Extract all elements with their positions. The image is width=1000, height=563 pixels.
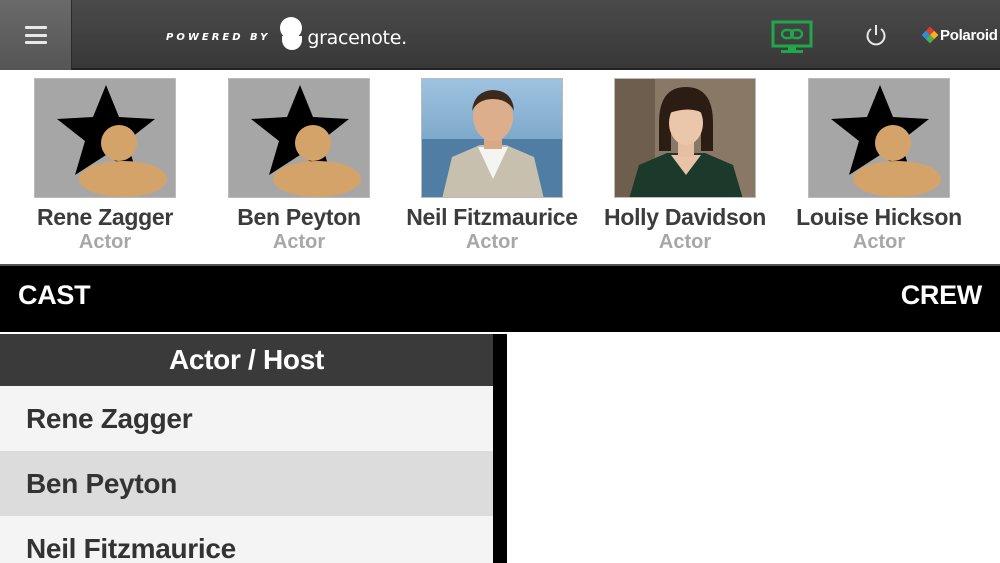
cast-crew-tabs: CAST CREW — [0, 264, 1000, 332]
screen-link-icon[interactable] — [771, 20, 813, 54]
polaroid-wordmark: Polaroid — [940, 26, 998, 44]
cast-photo — [614, 78, 756, 198]
gracenote-wordmark: gracenote. — [307, 27, 407, 49]
list-header: Actor / Host — [0, 334, 493, 386]
polaroid-diamond-icon — [921, 26, 939, 44]
cast-name: Louise Hickson — [796, 204, 962, 230]
gracenote-logo: POWERED BY gracenote. — [166, 14, 407, 54]
list-item[interactable]: Rene Zagger — [0, 386, 493, 451]
top-bar: POWERED BY gracenote. Polaroid — [0, 0, 1000, 70]
tab-crew[interactable]: CREW — [901, 280, 983, 311]
power-icon[interactable] — [863, 22, 889, 48]
cast-card-ben-peyton[interactable]: Ben Peyton Actor — [201, 78, 397, 254]
placeholder-avatar-icon — [808, 78, 950, 198]
cast-card-louise-hickson[interactable]: Louise Hickson Actor — [781, 78, 977, 254]
cast-strip: Rene Zagger Actor Ben Peyton Actor Neil … — [0, 72, 1000, 264]
list-item[interactable]: Ben Peyton — [0, 451, 493, 516]
cast-card-neil-fitzmaurice[interactable]: Neil Fitzmaurice Actor — [394, 78, 590, 254]
powered-by-label: POWERED BY — [166, 31, 271, 43]
cast-role: Actor — [852, 231, 906, 253]
cast-name: Ben Peyton — [237, 204, 361, 230]
cast-role: Actor — [272, 231, 326, 253]
cast-name: Holly Davidson — [604, 204, 766, 230]
tab-cast[interactable]: CAST — [18, 280, 91, 311]
cast-card-rene-zagger[interactable]: Rene Zagger Actor — [7, 78, 203, 254]
detail-pane — [507, 334, 1000, 563]
menu-button[interactable] — [0, 0, 72, 70]
cast-name: Neil Fitzmaurice — [406, 204, 578, 230]
polaroid-logo: Polaroid — [921, 24, 998, 46]
cast-role: Actor — [465, 231, 519, 253]
cast-name: Rene Zagger — [36, 204, 173, 230]
placeholder-avatar-icon — [228, 78, 370, 198]
list-item[interactable]: Neil Fitzmaurice — [0, 516, 493, 563]
cast-role: Actor — [658, 231, 712, 253]
cast-role: Actor — [78, 231, 132, 253]
cast-list-panel: Actor / Host Rene Zagger Ben Peyton Neil… — [0, 334, 507, 563]
gracenote-g-icon — [278, 17, 304, 51]
placeholder-avatar-icon — [34, 78, 176, 198]
cast-card-holly-davidson[interactable]: Holly Davidson Actor — [587, 78, 783, 254]
hamburger-menu-icon — [24, 26, 47, 44]
cast-photo — [421, 78, 563, 198]
